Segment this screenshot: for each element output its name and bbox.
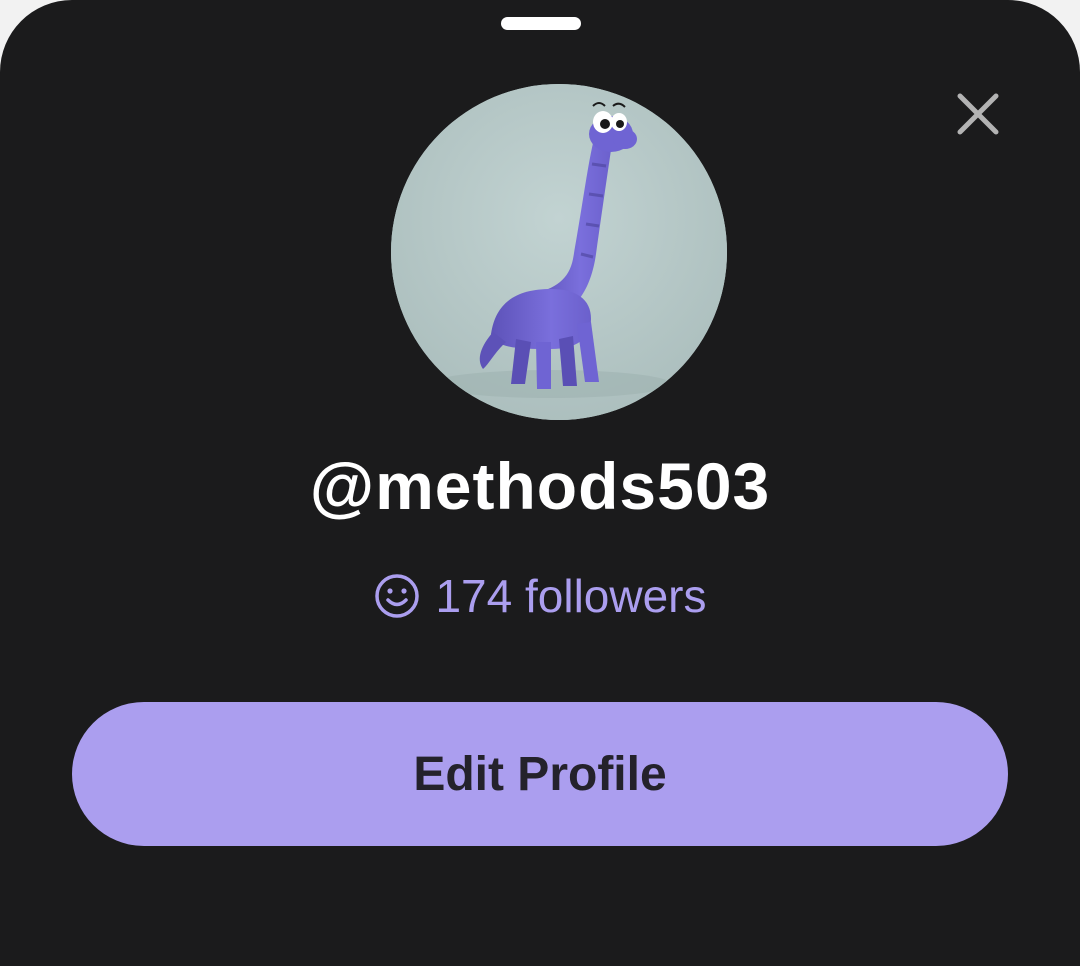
followers-label: 174 followers (435, 570, 707, 622)
avatar[interactable] (391, 84, 727, 420)
dinosaur-avatar-image (391, 84, 727, 420)
followers-count[interactable]: 174 followers (0, 566, 1080, 626)
edit-profile-button[interactable]: Edit Profile (72, 702, 1008, 846)
close-icon (957, 93, 999, 135)
edit-profile-label: Edit Profile (413, 747, 667, 801)
username: @methods503 (309, 449, 771, 523)
smile-icon (375, 574, 420, 618)
profile-sheet: @methods503 174 followers Edit Profile (0, 0, 1080, 966)
sheet-grabber-handle[interactable] (501, 17, 581, 30)
close-button[interactable] (950, 86, 1006, 142)
